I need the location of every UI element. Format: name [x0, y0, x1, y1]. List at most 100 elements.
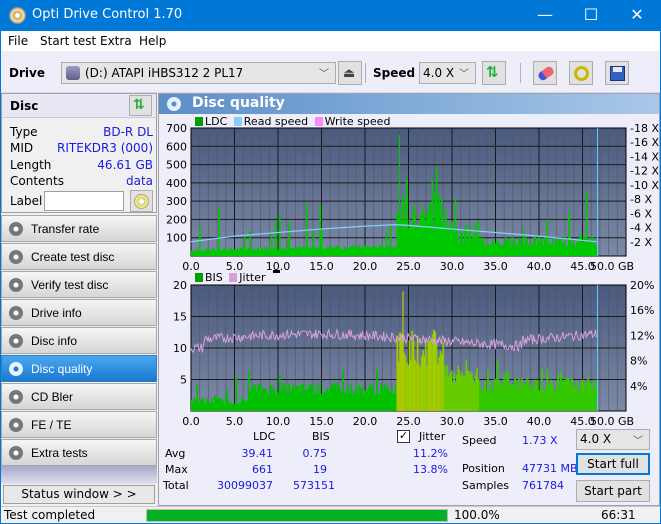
nav-label: FE / TE [31, 418, 72, 432]
nav-label: CD Bler [31, 390, 74, 404]
disc-icon [9, 306, 23, 320]
menu-start-test[interactable]: Start test [40, 34, 96, 48]
y-tick-label-left: 400 [166, 177, 187, 190]
bis-bar [595, 381, 597, 411]
start-part-button[interactable]: Start part [576, 480, 650, 502]
y-tick-label-right: -10 X [630, 179, 659, 192]
x-tick-label: 20.0 [353, 415, 378, 428]
nav-disc-info[interactable]: Disc info [1, 327, 157, 354]
progress-bar [146, 509, 448, 522]
erase-button[interactable] [533, 61, 557, 85]
menu-file[interactable]: File [8, 34, 28, 48]
speed-stat-value: 1.73 X [522, 434, 558, 447]
y-tick-label-left: 10 [173, 342, 187, 355]
refresh-button[interactable]: ⇅ [482, 61, 506, 85]
nav-transfer-rate[interactable]: Transfer rate [1, 215, 157, 242]
x-tick-label: 25.0 [396, 415, 421, 428]
test-speed-select[interactable]: 4.0 X ﹀ [576, 429, 650, 450]
samples-value: 761784 [522, 479, 564, 492]
x-tick-label: 50.0 GB [590, 415, 634, 428]
toolbar-divider [365, 63, 366, 83]
x-tick-label: 20.0 [353, 260, 378, 273]
disc-row-length: Length 46.61 GB [10, 158, 153, 172]
nav-label: Create test disc [31, 250, 115, 264]
drive-select[interactable]: (D:) ATAPI iHBS312 2 PL17 ﹀ [61, 62, 336, 84]
x-tick-label: 5.0 [226, 415, 244, 428]
disc-row-type: Type BD-R DL [10, 125, 153, 139]
nav-label: Disc quality [31, 362, 93, 376]
y-tick-label-left: 20 [173, 279, 187, 292]
nav-create-test-disc[interactable]: Create test disc [1, 243, 157, 270]
settings-button[interactable] [569, 61, 593, 85]
y-tick-label-right: -2 X [630, 236, 652, 249]
speed-select[interactable]: 4.0 X ﹀ [419, 62, 476, 84]
y-tick-label-right: -18 X [630, 122, 659, 135]
disc-icon [134, 194, 149, 209]
nav-label: Extra tests [31, 446, 88, 460]
y-tick-label-right: -12 X [630, 165, 659, 178]
stats-avg-ldc: 39.41 [241, 447, 274, 460]
disc-icon [9, 278, 23, 292]
sidebar: Disc ⇅ Type BD-R DL MID RITEKDR3 (000) Len… [1, 93, 157, 506]
disc-refresh-button[interactable]: ⇅ [129, 95, 152, 116]
stats-avg-bis: 0.75 [302, 447, 328, 460]
save-button[interactable] [605, 61, 629, 85]
label-input[interactable] [44, 191, 124, 211]
nav-fe-te[interactable]: FE / TE [1, 411, 157, 438]
refresh-arrows-icon: ⇅ [486, 64, 499, 81]
close-button[interactable]: ✕ [614, 0, 660, 31]
chevron-down-icon: ﹀ [319, 69, 329, 80]
drive-label: Drive [9, 66, 45, 80]
disc-row-contents: Contents data [10, 174, 153, 188]
menu-extra[interactable]: Extra [100, 34, 132, 48]
toolbar-divider [520, 63, 521, 83]
ldc-max-bar [398, 135, 401, 256]
disc-quality-panel: Disc quality LDC Read speed Write speed … [158, 93, 660, 506]
disc-icon [9, 446, 23, 460]
y-tick-label-left: 200 [166, 213, 187, 226]
eject-button[interactable]: ⏏ [338, 61, 362, 85]
stats-avg-label: Avg [165, 447, 186, 460]
stats-total-ldc: 30099037 [217, 479, 273, 492]
label-disc-button[interactable] [130, 190, 153, 212]
nav-cd-bler[interactable]: CD Bler [1, 383, 157, 410]
eject-icon: ⏏ [343, 65, 356, 80]
nav-disc-quality[interactable]: Disc quality [1, 355, 157, 382]
x-tick-label: 40.0 [527, 260, 552, 273]
stats-max-label: Max [165, 463, 188, 476]
x-tick-label: 35.0 [483, 260, 508, 273]
status-window-button[interactable]: Status window > > [3, 485, 155, 504]
start-full-button[interactable]: Start full [576, 453, 650, 475]
nav-label: Transfer rate [31, 222, 100, 236]
stats-max-ldc: 661 [252, 463, 273, 476]
maximize-button[interactable]: ☐ [568, 0, 614, 31]
window-title: Opti Drive Control 1.70 [32, 7, 183, 22]
panel-title: Disc quality [192, 95, 285, 111]
x-tick-label: 50.0 GB [590, 260, 634, 273]
x-tick-label: 35.0 [483, 415, 508, 428]
minimize-button[interactable]: — [522, 0, 568, 31]
jitter-avg: 11.2% [413, 447, 448, 460]
x-tick-label: 5.0 [226, 260, 244, 273]
position-value: 47731 MB [522, 462, 578, 475]
y-tick-label-left: 300 [166, 195, 187, 208]
jitter-max: 13.8% [413, 463, 448, 476]
nav-label: Drive info [31, 306, 82, 320]
y-tick-label-left: 500 [166, 159, 187, 172]
disc-panel: Disc ⇅ Type BD-R DL MID RITEKDR3 (000) Len… [1, 93, 157, 213]
nav-extra-tests[interactable]: Extra tests [1, 439, 157, 466]
nav-drive-info[interactable]: Drive info [1, 299, 157, 326]
jitter-checkbox[interactable]: ✓ [397, 430, 410, 443]
x-tick-label: 40.0 [527, 415, 552, 428]
status-bar: Test completed 100.0% 66:31 [1, 506, 660, 523]
samples-label: Samples [462, 479, 509, 492]
disc-quality-icon [167, 97, 181, 111]
y-tick-label-right: 8% [630, 355, 647, 368]
y-tick-label-right: -14 X [630, 150, 659, 163]
nav-verify-test-disc[interactable]: Verify test disc [1, 271, 157, 298]
menu-help[interactable]: Help [139, 34, 166, 48]
stats-col-ldc: LDC [253, 430, 276, 443]
y-tick-label-right: 4% [630, 380, 647, 393]
elapsed-time: 66:31 [601, 508, 636, 522]
label-key: Label [10, 194, 43, 208]
